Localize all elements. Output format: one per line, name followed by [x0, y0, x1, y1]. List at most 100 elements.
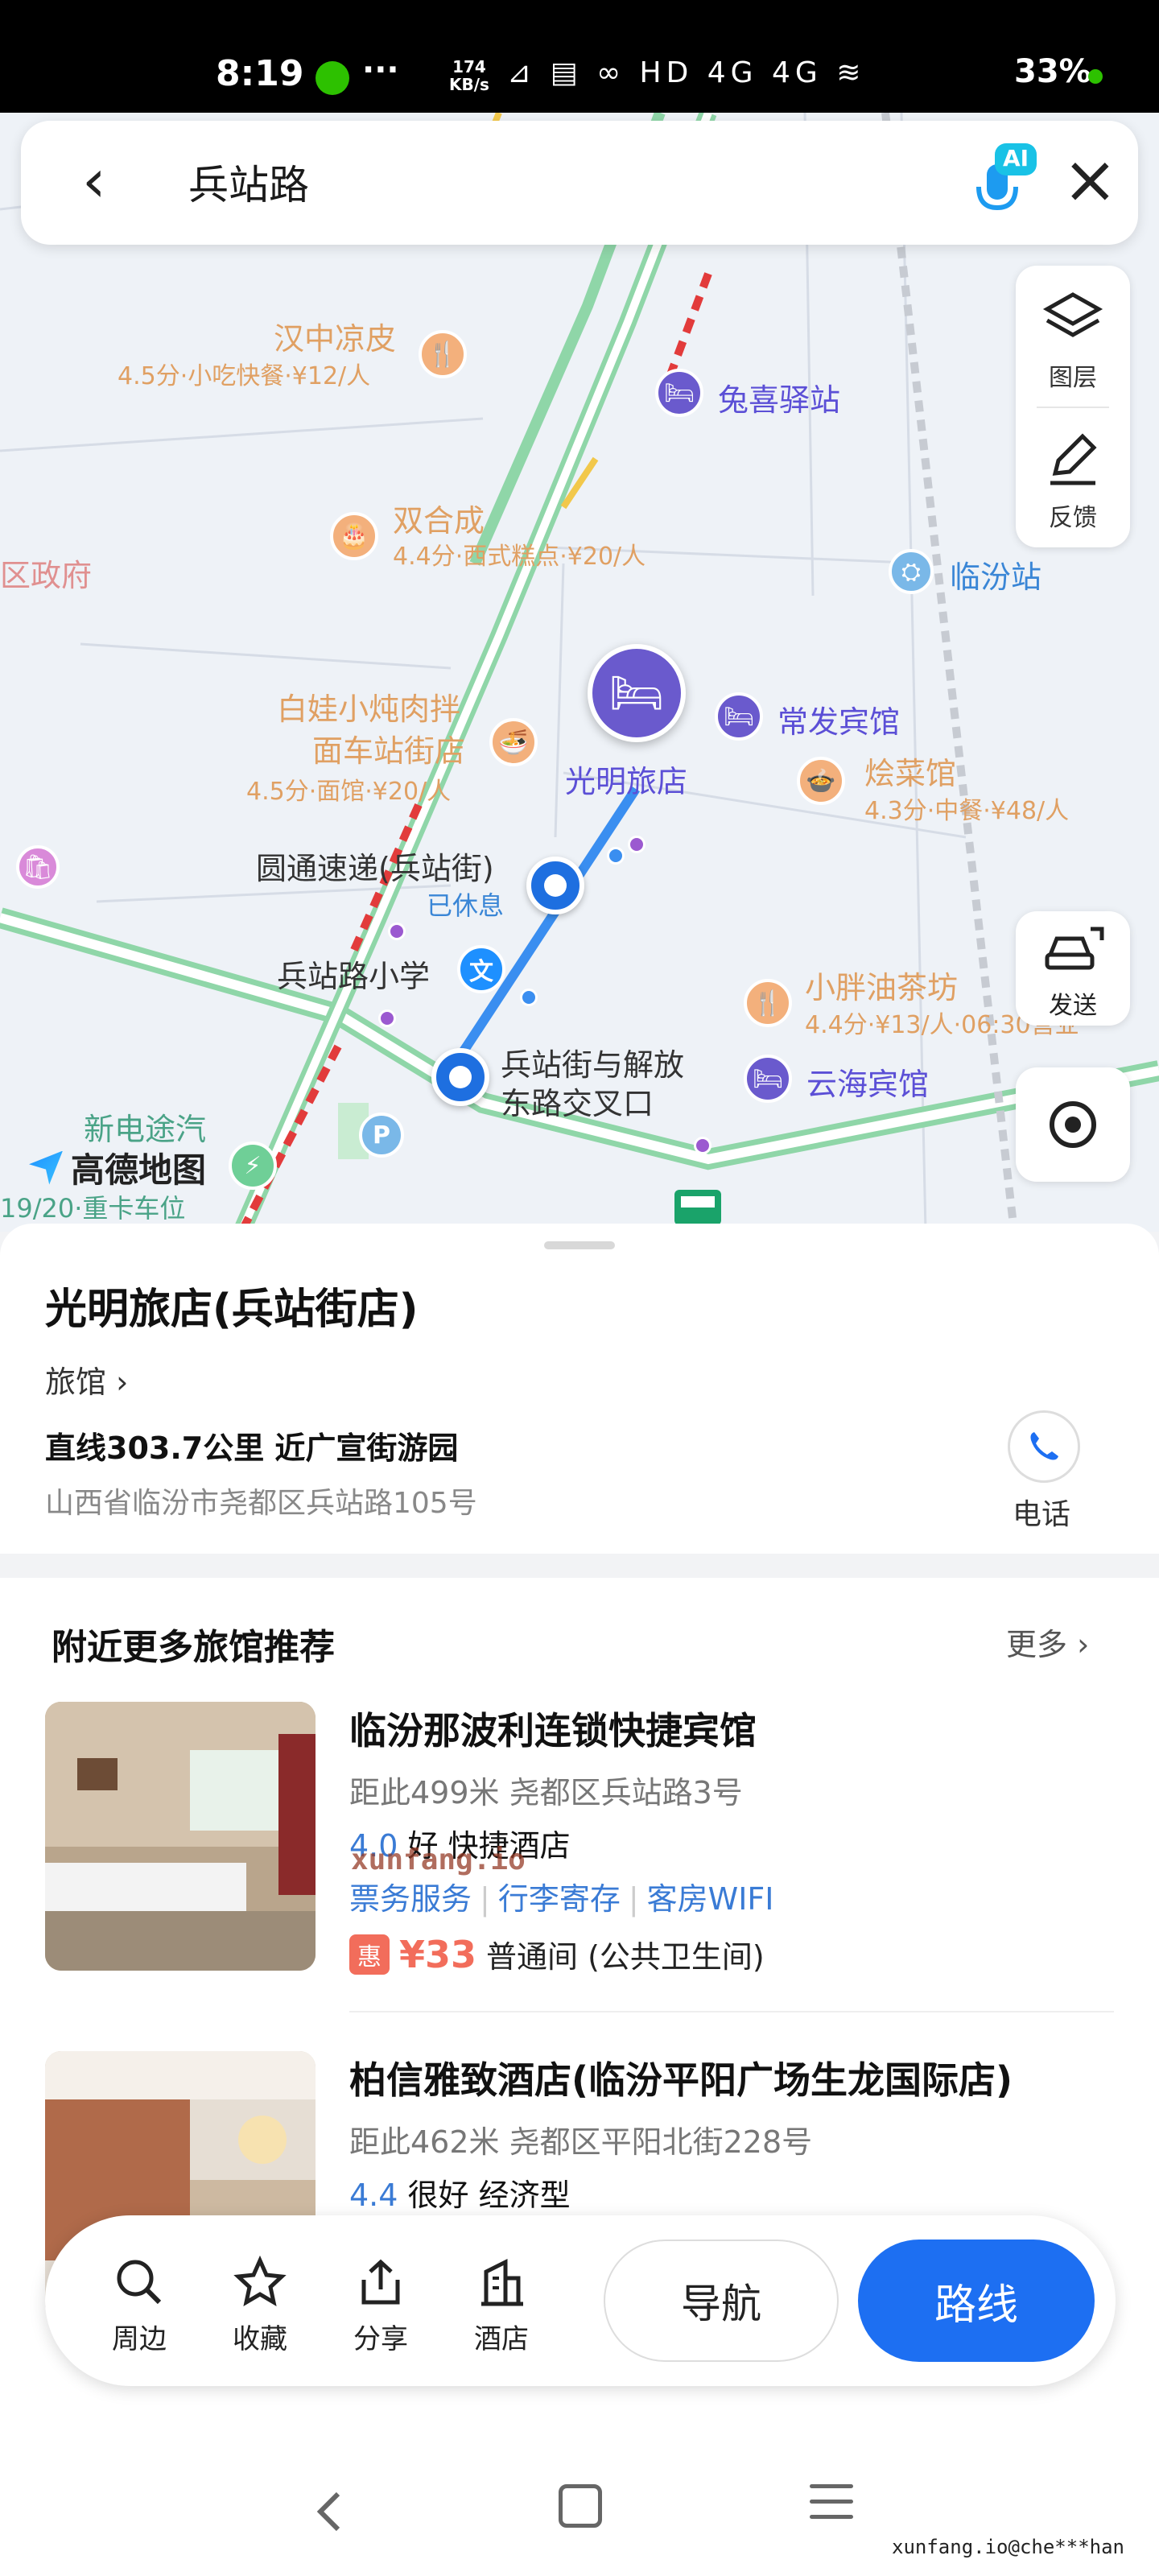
- star-icon: [233, 2256, 287, 2307]
- hotel-button[interactable]: 酒店: [457, 2256, 546, 2356]
- hotel-tags: 票务服务 | 行李寄存 | 客房WIFI: [349, 1881, 774, 1917]
- phone-button[interactable]: [1008, 1410, 1080, 1483]
- share-button[interactable]: 分享: [336, 2256, 425, 2356]
- favorite-button[interactable]: 收藏: [216, 2256, 304, 2356]
- train-station-icon[interactable]: ⛭: [889, 549, 934, 594]
- share-icon: [361, 2259, 400, 2305]
- battery-dot-icon: [1088, 69, 1103, 84]
- more-link[interactable]: 更多 ›: [1006, 1620, 1089, 1664]
- poi-dot[interactable]: [388, 923, 406, 940]
- layers-button[interactable]: 图层: [1016, 287, 1130, 393]
- phone-icon: [1030, 1432, 1058, 1460]
- poi-yuantong-status: 已休息: [427, 890, 505, 921]
- selected-hotel-pin[interactable]: 🛏: [588, 644, 686, 742]
- hotel-price[interactable]: 惠 ¥33 普通间 (公共卫生间): [349, 1932, 765, 1976]
- poi-dot[interactable]: [378, 1009, 396, 1027]
- hotel-name[interactable]: 柏信雅致酒店(临汾平阳广场生龙国际店): [349, 2051, 1013, 2104]
- noodle-icon[interactable]: 🍜: [489, 718, 538, 766]
- hotel-icon[interactable]: 🛏: [744, 1055, 792, 1103]
- hotel-rating: 4.4 很好 经济型: [349, 2178, 571, 2213]
- poi-changfa[interactable]: 常发宾馆: [777, 697, 900, 741]
- discount-badge: 惠: [349, 1934, 390, 1975]
- poi-guangming[interactable]: 光明旅店: [565, 757, 687, 801]
- poi-yuantong[interactable]: 圆通速递(兵站街): [256, 844, 494, 888]
- place-distance: 直线303.7公里 近广宣街游园: [45, 1430, 459, 1466]
- poi-baiwa-sub: 4.5分·面馆·¥20/人: [246, 778, 452, 806]
- search-bar[interactable]: ‹ 兵站路 AI ×: [21, 121, 1138, 245]
- shopping-icon[interactable]: 🛍: [16, 845, 60, 889]
- poi-xindian[interactable]: 新电途汽: [84, 1104, 206, 1149]
- poi-dot[interactable]: [628, 836, 645, 853]
- divider: [1037, 407, 1109, 408]
- system-menu-icon[interactable]: [810, 2484, 853, 2530]
- express-pin[interactable]: [526, 857, 584, 914]
- route-dot: [520, 989, 538, 1006]
- building-icon: [481, 2258, 523, 2306]
- hotel-distance: 距此462米 尧都区平阳北街228号: [349, 2124, 813, 2160]
- locate-icon: [1050, 1101, 1096, 1148]
- back-icon[interactable]: ‹: [82, 151, 138, 213]
- poi-truck: 19/20·重卡车位: [0, 1193, 186, 1224]
- poi-huicai-sub: 4.3分·中餐·¥48/人: [864, 797, 1070, 825]
- status-bar: 8:19 ··· 174 KB/s ⊿ ▤ ∞ HD 4G 4G ≋ 33%: [0, 0, 1159, 113]
- credit-text: xunfang.io@che***han: [892, 2536, 1124, 2558]
- poi-hanzhong[interactable]: 汉中凉皮: [274, 314, 396, 358]
- poi-school[interactable]: 兵站路小学: [277, 952, 430, 996]
- poi-dot[interactable]: [694, 1137, 711, 1154]
- poi-xiaopang[interactable]: 小胖油茶坊: [805, 963, 958, 1007]
- search-input[interactable]: 兵站路: [188, 153, 309, 211]
- system-home-icon[interactable]: [559, 2484, 602, 2528]
- phone-label: 电话: [1013, 1498, 1071, 1531]
- hotel-photo[interactable]: [45, 1702, 316, 1971]
- nearby-button[interactable]: 周边: [95, 2256, 184, 2356]
- poi-linfen-station[interactable]: 临汾站: [950, 552, 1041, 597]
- send-to-car-button[interactable]: 发送: [1016, 911, 1130, 1026]
- status-icons: ⊿ ▤ ∞ HD 4G 4G ≋: [507, 56, 866, 89]
- place-title: 光明旅店(兵站街店): [45, 1286, 419, 1334]
- poi-shuanghe[interactable]: 双合成: [393, 496, 485, 540]
- poi-yunhai[interactable]: 云海宾馆: [806, 1059, 929, 1104]
- poi-zhengfu[interactable]: 区政府: [0, 551, 92, 595]
- tea-icon[interactable]: 🍴: [744, 979, 792, 1027]
- poi-hanzhong-sub: 4.5分·小吃快餐·¥12/人: [118, 362, 371, 390]
- route-dot: [607, 847, 625, 865]
- action-bar: 周边 收藏 分享 酒店 导航 路线: [45, 2215, 1116, 2386]
- map-view[interactable]: 🍴 汉中凉皮 4.5分·小吃快餐·¥12/人 🛏 兔喜驿站 🎂 双合成 4.4分…: [0, 113, 1159, 1232]
- hotel-name[interactable]: 临汾那波利连锁快捷宾馆: [349, 1702, 757, 1755]
- status-time: 8:19: [216, 53, 304, 94]
- system-back-icon[interactable]: [306, 2487, 354, 2536]
- system-nav-bar: xunfang.io@che***han: [0, 2407, 1159, 2576]
- charging-icon[interactable]: ⚡: [229, 1141, 277, 1190]
- hotel-distance: 距此499米 尧都区兵站路3号: [349, 1775, 743, 1810]
- hotel-icon[interactable]: 🛏: [655, 369, 703, 417]
- feedback-button[interactable]: 反馈: [1016, 427, 1130, 533]
- drag-handle[interactable]: [544, 1241, 615, 1249]
- route-button[interactable]: 路线: [858, 2240, 1095, 2362]
- battery-level: 33%: [1014, 53, 1091, 90]
- junction-pin[interactable]: [431, 1048, 489, 1106]
- school-icon[interactable]: 文: [457, 945, 505, 993]
- poi-baiwa[interactable]: 白娃小炖肉拌: [277, 684, 460, 729]
- hotel-icon[interactable]: 🛏: [715, 692, 763, 741]
- ai-voice-icon[interactable]: AI: [959, 143, 1037, 221]
- place-category-link[interactable]: 旅馆 ›: [45, 1357, 128, 1402]
- bakery-icon[interactable]: 🎂: [330, 512, 378, 560]
- locate-button[interactable]: [1016, 1067, 1130, 1182]
- pencil-icon: [1050, 433, 1097, 485]
- divider: [349, 2011, 1114, 2013]
- parking-icon[interactable]: P: [359, 1113, 404, 1158]
- wechat-icon: [316, 61, 349, 95]
- restaurant-icon[interactable]: 🍴: [419, 330, 467, 378]
- place-detail-card: 光明旅店(兵站街店) 旅馆 › 直线303.7公里 近广宣街游园 山西省临汾市尧…: [0, 1224, 1159, 1554]
- poi-huicai[interactable]: 烩菜馆: [864, 749, 956, 793]
- close-icon[interactable]: ×: [1062, 147, 1120, 213]
- watermark: xunfang.io: [351, 1843, 526, 1876]
- poi-tuxi[interactable]: 兔喜驿站: [718, 375, 840, 419]
- map-controls: 图层 反馈: [1016, 266, 1130, 547]
- poi-junction[interactable]: 兵站街与解放: [501, 1040, 684, 1084]
- restaurant-icon[interactable]: 🍲: [797, 757, 845, 805]
- layers-icon: [1042, 292, 1103, 337]
- navigate-button[interactable]: 导航: [604, 2240, 839, 2362]
- ai-badge: AI: [1003, 145, 1029, 171]
- network-speed: 174 KB/s: [449, 57, 489, 94]
